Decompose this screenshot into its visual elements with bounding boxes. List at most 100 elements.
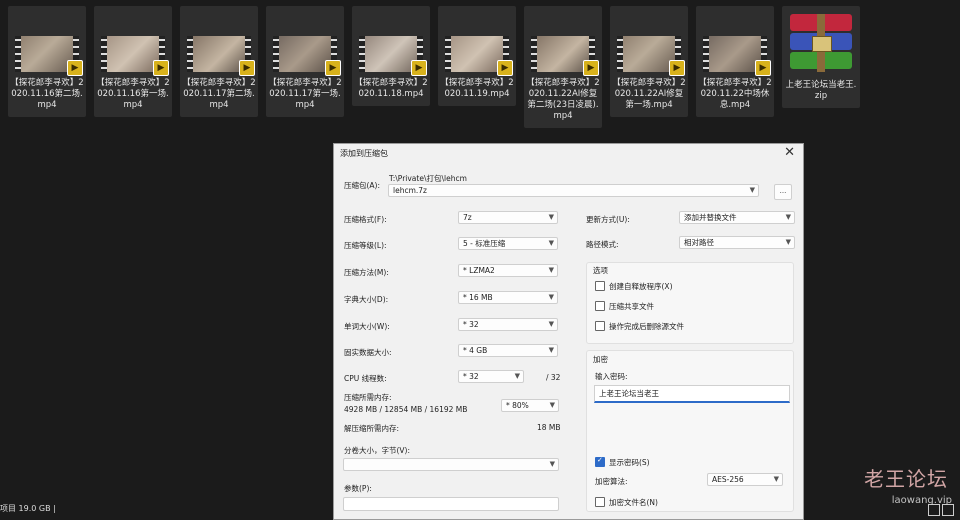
video-file-icon: ▶ [239, 60, 255, 76]
dict-select[interactable]: * 16 MB ▼ [458, 291, 558, 304]
video-thumbnail: ▶ [359, 36, 427, 76]
password-input[interactable]: 上老王论坛当老王 [594, 385, 790, 403]
split-select[interactable]: ▼ [343, 458, 559, 471]
watermark-title: 老王论坛 [864, 467, 948, 491]
video-file-icon: ▶ [411, 60, 427, 76]
zip-archive-icon [790, 14, 852, 72]
chevron-down-icon: ▼ [773, 475, 779, 483]
dict-label: 字典大小(D): [344, 295, 389, 304]
params-input[interactable] [343, 497, 559, 511]
mem-select-value: * 80% [506, 401, 529, 410]
delete-source-label: 操作完成后删除源文件 [609, 322, 684, 331]
video-thumbnail: ▶ [445, 36, 513, 76]
options-group: 选项 创建自释放程序(X) 压缩共享文件 操作完成后删除源文件 [586, 262, 794, 344]
video-thumbnail: ▶ [703, 36, 771, 76]
word-select[interactable]: * 32 ▼ [458, 318, 558, 331]
cpu-select[interactable]: * 32 ▼ [458, 370, 524, 383]
cpu-max: / 32 [546, 373, 561, 382]
decomp-value: 18 MB [537, 423, 561, 432]
solid-select-value: * 4 GB [463, 346, 488, 355]
solid-select[interactable]: * 4 GB ▼ [458, 344, 558, 357]
pathmode-select[interactable]: 相对路径 ▼ [679, 236, 795, 249]
params-label: 参数(P): [344, 484, 372, 493]
file-name: 【探花郎李寻欢】2020.11.22中场休息.mp4 [698, 78, 772, 110]
file-tile[interactable]: ▶ 【探花郎李寻欢】2020.11.22AI修复第二场(23日凌晨).mp4 [524, 6, 602, 128]
video-file-icon: ▶ [153, 60, 169, 76]
video-file-icon: ▶ [583, 60, 599, 76]
details-view-icon[interactable] [928, 504, 940, 516]
level-select[interactable]: 5 - 标准压缩 ▼ [458, 237, 558, 250]
solid-label: 固实数据大小: [344, 348, 392, 357]
file-tile[interactable]: ▶ 【探花郎李寻欢】2020.11.22AI修复第一场.mp4 [610, 6, 688, 117]
enc-method-select[interactable]: AES-256 ▼ [707, 473, 783, 486]
sfx-checkbox[interactable] [595, 281, 605, 291]
dialog-title: 添加到压缩包 [340, 149, 388, 158]
password-label: 输入密码: [595, 372, 628, 381]
encryption-group: 加密 输入密码: 显示密码(S) 加密算法: AES-256 ▼ 加密文件名(N) [586, 350, 794, 512]
file-tile[interactable]: ▶ 【探花郎李寻欢】2020.11.16第二场.mp4 [8, 6, 86, 117]
method-label: 压缩方法(M): [344, 268, 389, 277]
show-password-checkbox[interactable] [595, 456, 605, 467]
mem-detail: 4928 MB / 12854 MB / 16192 MB [344, 405, 468, 414]
file-tile[interactable]: ▶ 【探花郎李寻欢】2020.11.22中场休息.mp4 [696, 6, 774, 117]
pathmode-select-value: 相对路径 [684, 238, 714, 247]
encrypt-title: 加密 [593, 355, 608, 364]
add-to-archive-dialog: 添加到压缩包 ✕ 压缩包(A): T:\Private\打包\lehcm leh… [333, 143, 804, 520]
file-name: 【探花郎李寻欢】2020.11.17第二场.mp4 [182, 78, 256, 110]
method-select[interactable]: * LZMA2 ▼ [458, 264, 558, 277]
mem-select[interactable]: * 80% ▼ [501, 399, 559, 412]
format-label: 压缩格式(F): [344, 215, 387, 224]
video-thumbnail: ▶ [273, 36, 341, 76]
word-label: 单词大小(W): [344, 322, 390, 331]
word-select-value: * 32 [463, 320, 479, 329]
cpu-label: CPU 线程数: [344, 374, 387, 383]
delete-source-checkbox[interactable] [595, 321, 605, 331]
enc-method-select-value: AES-256 [712, 475, 744, 484]
file-tile[interactable]: ▶ 【探花郎李寻欢】2020.11.19.mp4 [438, 6, 516, 106]
archive-name-value: lehcm.7z [393, 186, 427, 195]
file-tile[interactable]: ▶ 【探花郎李寻欢】2020.11.17第二场.mp4 [180, 6, 258, 117]
close-icon[interactable]: ✕ [784, 145, 795, 160]
file-name: 【探花郎李寻欢】2020.11.16第一场.mp4 [96, 78, 170, 110]
encrypt-names-checkbox[interactable] [595, 497, 605, 507]
format-select[interactable]: 7z ▼ [458, 211, 558, 224]
video-file-icon: ▶ [497, 60, 513, 76]
file-name: 【探花郎李寻欢】2020.11.19.mp4 [440, 78, 514, 99]
video-file-icon: ▶ [755, 60, 771, 76]
browse-button[interactable]: ... [774, 184, 792, 200]
tiles-view-icon[interactable] [942, 504, 954, 516]
encrypt-names-label: 加密文件名(N) [609, 498, 658, 507]
file-name: 【探花郎李寻欢】2020.11.18.mp4 [354, 78, 428, 99]
mem-label: 压缩所需内存: [344, 393, 392, 402]
video-file-icon: ▶ [669, 60, 685, 76]
chevron-down-icon: ▼ [785, 213, 791, 221]
chevron-down-icon: ▼ [549, 460, 555, 468]
chevron-down-icon: ▼ [785, 238, 791, 246]
shared-checkbox[interactable] [595, 301, 605, 311]
file-name: 上老王论坛当老王.zip [785, 80, 857, 101]
update-select[interactable]: 添加并替换文件 ▼ [679, 211, 795, 224]
chevron-down-icon: ▼ [548, 293, 554, 301]
file-tile[interactable]: 上老王论坛当老王.zip [782, 6, 860, 108]
update-label: 更新方式(U): [586, 215, 630, 224]
view-mode-buttons [928, 504, 954, 516]
dict-select-value: * 16 MB [463, 293, 493, 302]
file-name: 【探花郎李寻欢】2020.11.16第二场.mp4 [10, 78, 84, 110]
archive-folder-path: T:\Private\打包\lehcm [389, 174, 467, 183]
archive-name-combobox[interactable]: lehcm.7z ▼ [388, 184, 759, 197]
video-thumbnail: ▶ [101, 36, 169, 76]
video-file-icon: ▶ [325, 60, 341, 76]
archive-label: 压缩包(A): [344, 181, 381, 190]
file-tile[interactable]: ▶ 【探花郎李寻欢】2020.11.18.mp4 [352, 6, 430, 106]
chevron-down-icon: ▼ [514, 372, 520, 380]
file-tile[interactable]: ▶ 【探花郎李寻欢】2020.11.16第一场.mp4 [94, 6, 172, 117]
file-tile[interactable]: ▶ 【探花郎李寻欢】2020.11.17第一场.mp4 [266, 6, 344, 117]
status-bar-text: 项目 19.0 GB | [0, 504, 56, 513]
enc-method-label: 加密算法: [595, 477, 628, 486]
chevron-down-icon: ▼ [548, 213, 554, 221]
file-name: 【探花郎李寻欢】2020.11.22AI修复第一场.mp4 [612, 78, 686, 110]
sfx-label: 创建自释放程序(X) [609, 282, 673, 291]
show-password-label: 显示密码(S) [609, 458, 650, 467]
video-thumbnail: ▶ [617, 36, 685, 76]
format-select-value: 7z [463, 213, 472, 222]
